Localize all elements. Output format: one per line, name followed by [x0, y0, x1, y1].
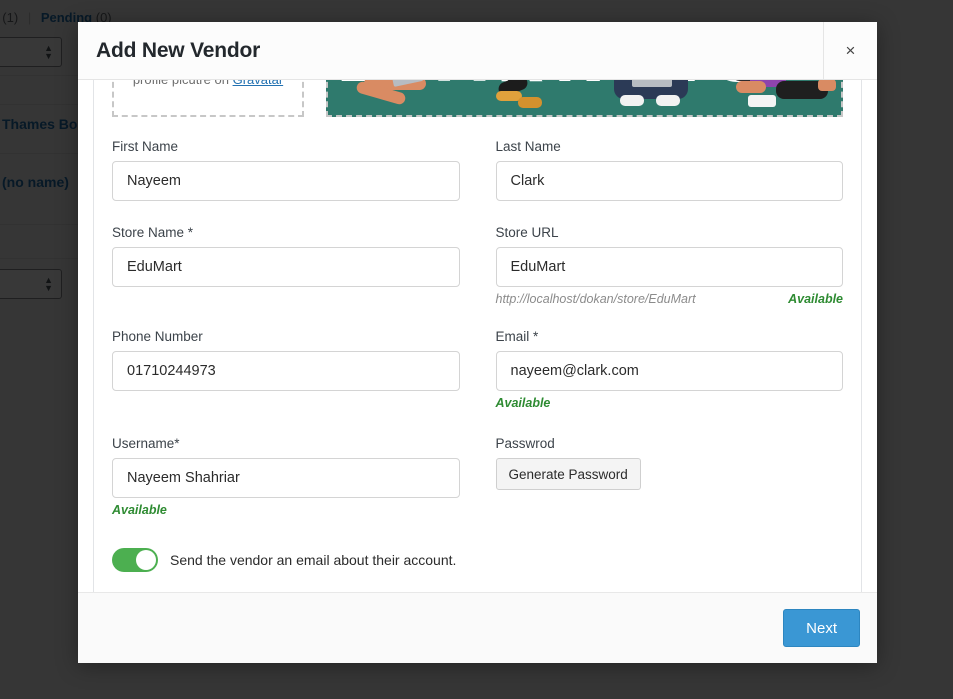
email-label: Email * — [495, 329, 539, 344]
modal-footer: Next — [78, 592, 877, 663]
vendor-form-panel: profile picutre on Gravatar LEARNING — [93, 80, 862, 592]
email-availability: Available — [495, 396, 551, 410]
email-input[interactable] — [495, 351, 843, 391]
last-name-input[interactable] — [495, 161, 843, 201]
username-availability: Available — [112, 503, 167, 517]
store-name-label: Store Name * — [112, 225, 194, 240]
store-url-hint-row: http://localhost/dokan/store/EduMart Ava… — [496, 292, 844, 308]
store-name-field-group: Store Name * — [112, 225, 460, 308]
banner-figure — [496, 80, 566, 115]
modal-header: Add New Vendor × — [78, 22, 877, 80]
phone-field-group: Phone Number — [112, 329, 460, 412]
page-title: Add New Vendor — [96, 38, 261, 62]
email-hint-row: Available — [496, 396, 844, 412]
store-url-availability: Available — [788, 292, 843, 306]
credentials-row: Username* Available Passwrod Generate Pa… — [112, 436, 843, 524]
generate-password-button[interactable]: Generate Password — [495, 458, 641, 490]
store-url-field-group: Store URL http://localhost/dokan/store/E… — [495, 225, 844, 308]
modal-body: profile picutre on Gravatar LEARNING — [78, 80, 877, 592]
toggle-knob — [136, 550, 156, 570]
banner-figure — [348, 80, 438, 115]
password-field-group: Passwrod Generate Password — [495, 436, 844, 519]
first-name-input[interactable] — [112, 161, 460, 201]
password-label: Passwrod — [495, 436, 555, 451]
close-icon[interactable]: × — [823, 22, 877, 79]
profile-picture-dropzone[interactable]: profile picutre on Gravatar — [112, 80, 304, 117]
username-label: Username* — [112, 436, 180, 451]
gravatar-hint-text: profile picutre on — [133, 80, 229, 87]
name-row: First Name Last Name — [112, 139, 843, 212]
first-name-field-group: First Name — [112, 139, 460, 201]
banner-figure — [726, 80, 838, 115]
store-url-label: Store URL — [495, 225, 559, 240]
store-banner-dropzone[interactable]: LEARNING — [326, 80, 843, 117]
phone-number-label: Phone Number — [112, 329, 203, 344]
last-name-field-group: Last Name — [495, 139, 843, 201]
next-button[interactable]: Next — [783, 609, 860, 647]
username-field-group: Username* Available — [112, 436, 460, 519]
username-input[interactable] — [112, 458, 460, 498]
phone-number-input[interactable] — [112, 351, 460, 391]
last-name-label: Last Name — [495, 139, 561, 154]
send-email-toggle-label: Send the vendor an email about their acc… — [170, 552, 457, 568]
banner-illustration: LEARNING — [328, 80, 841, 115]
username-hint-row: Available — [112, 503, 460, 519]
gravatar-link[interactable]: Gravatar — [233, 80, 284, 87]
send-email-toggle-row: Send the vendor an email about their acc… — [112, 548, 843, 572]
store-row: Store Name * Store URL http://localhost/… — [112, 225, 843, 313]
first-name-label: First Name — [112, 139, 179, 154]
store-url-preview: http://localhost/dokan/store/EduMart — [495, 292, 696, 306]
media-upload-row: profile picutre on Gravatar LEARNING — [112, 80, 843, 117]
store-url-input[interactable] — [495, 247, 843, 287]
contact-row: Phone Number Email * Available — [112, 329, 843, 417]
add-vendor-modal: Add New Vendor × profile picutre on Grav… — [78, 22, 877, 663]
email-field-group: Email * Available — [495, 329, 844, 412]
banner-figure — [600, 80, 706, 115]
store-name-input[interactable] — [112, 247, 460, 287]
send-email-toggle[interactable] — [112, 548, 158, 572]
